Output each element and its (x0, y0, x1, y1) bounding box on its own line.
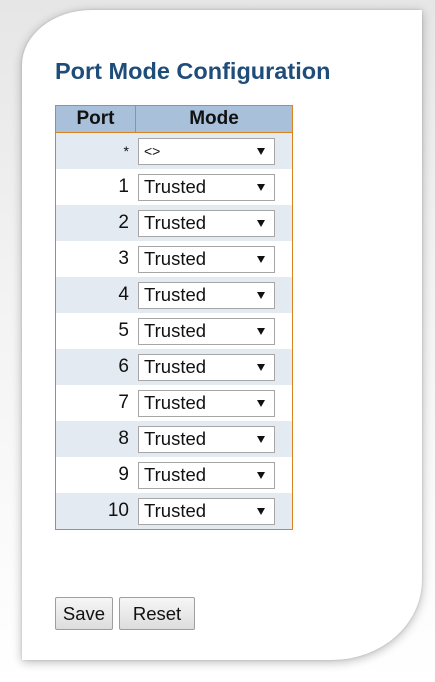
table-row: 3 Trusted (56, 241, 292, 277)
mode-value: Trusted (144, 500, 207, 521)
mode-value: <> (144, 143, 161, 159)
table-row: 9 Trusted (56, 457, 292, 493)
triangle-down-icon (257, 256, 265, 263)
mode-value: Trusted (144, 248, 207, 269)
mode-select[interactable]: Trusted (138, 425, 275, 453)
mode-select[interactable]: Trusted (138, 173, 275, 201)
mode-select[interactable]: Trusted (138, 317, 275, 345)
reset-button[interactable]: Reset (119, 597, 195, 630)
mode-select-all[interactable]: <> (138, 137, 275, 165)
port-cell: * (56, 133, 135, 169)
triangle-down-icon (257, 364, 265, 371)
triangle-down-icon (257, 292, 265, 299)
mode-value: Trusted (144, 212, 207, 233)
all-ports-row: * <> (56, 133, 292, 169)
triangle-down-icon (257, 184, 265, 191)
mode-select[interactable]: Trusted (138, 353, 275, 381)
port-cell: 4 (56, 277, 135, 313)
triangle-down-icon (257, 508, 265, 515)
port-mode-table: Port Mode * <> 1 Trusted 2 Trusted 3 Tru… (55, 105, 293, 530)
port-cell: 7 (56, 385, 135, 421)
mode-select[interactable]: Trusted (138, 389, 275, 417)
port-cell: 2 (56, 205, 135, 241)
mode-value: Trusted (144, 392, 207, 413)
table-row: 6 Trusted (56, 349, 292, 385)
mode-value: Trusted (144, 464, 207, 485)
save-button[interactable]: Save (55, 597, 113, 630)
mode-select[interactable]: Trusted (138, 461, 275, 489)
port-cell: 8 (56, 421, 135, 457)
table-row: 1 Trusted (56, 169, 292, 205)
port-cell: 5 (56, 313, 135, 349)
mode-value: Trusted (144, 356, 207, 377)
mode-select[interactable]: Trusted (138, 497, 275, 525)
triangle-down-icon (257, 220, 265, 227)
mode-column-header: Mode (135, 106, 292, 133)
mode-value: Trusted (144, 284, 207, 305)
port-column-header: Port (56, 106, 135, 133)
port-cell: 9 (56, 457, 135, 493)
mode-select[interactable]: Trusted (138, 209, 275, 237)
table-row: 2 Trusted (56, 205, 292, 241)
mode-value: Trusted (144, 176, 207, 197)
triangle-down-icon (257, 472, 265, 479)
table-row: 8 Trusted (56, 421, 292, 457)
table-row: 5 Trusted (56, 313, 292, 349)
triangle-down-icon (257, 328, 265, 335)
port-cell: 3 (56, 241, 135, 277)
triangle-down-icon (257, 436, 265, 443)
port-cell: 6 (56, 349, 135, 385)
triangle-down-icon (257, 148, 265, 155)
table-row: 7 Trusted (56, 385, 292, 421)
mode-select[interactable]: Trusted (138, 281, 275, 309)
page-title: Port Mode Configuration (55, 58, 331, 84)
mode-value: Trusted (144, 428, 207, 449)
table-row: 10 Trusted (56, 493, 292, 529)
table-row: 4 Trusted (56, 277, 292, 313)
mode-value: Trusted (144, 320, 207, 341)
port-cell: 1 (56, 169, 135, 205)
table-header-row: Port Mode (56, 106, 292, 133)
port-cell: 10 (56, 493, 135, 529)
mode-select[interactable]: Trusted (138, 245, 275, 273)
triangle-down-icon (257, 400, 265, 407)
form-buttons: Save Reset (55, 597, 195, 630)
